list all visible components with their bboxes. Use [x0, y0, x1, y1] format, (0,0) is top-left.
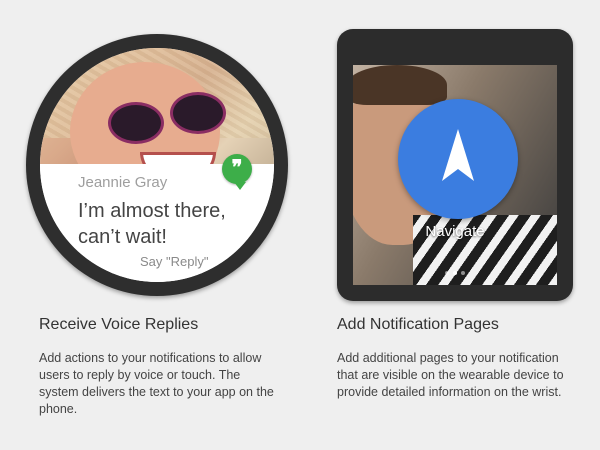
feature-description-voice-replies: Add actions to your notifications to all… [39, 351, 274, 416]
round-watch-screen: ❞ Jeannie Gray I’m almost there, can’t w… [40, 48, 274, 282]
page-indicator [445, 271, 465, 275]
sender-name: Jeannie Gray [78, 174, 168, 191]
square-watch-screen: Navigate [353, 65, 557, 285]
navigate-label: Navigate [425, 223, 485, 240]
square-watch-device: Navigate [337, 29, 573, 301]
reply-action[interactable]: Say "Reply" [140, 254, 208, 269]
feature-title-voice-replies: Receive Voice Replies [39, 316, 199, 333]
round-watch-device: ❞ Jeannie Gray I’m almost there, can’t w… [26, 34, 288, 296]
navigate-button[interactable] [398, 99, 518, 219]
feature-title-notification-pages: Add Notification Pages [337, 316, 499, 333]
hangouts-icon: ❞ [222, 154, 252, 190]
contact-photo [40, 48, 274, 164]
page: ❞ Jeannie Gray I’m almost there, can’t w… [0, 0, 600, 450]
message-text: I’m almost there, can’t wait! [78, 200, 226, 248]
navigation-arrow-icon [442, 129, 474, 181]
feature-description-notification-pages: Add additional pages to your notificatio… [337, 351, 564, 399]
